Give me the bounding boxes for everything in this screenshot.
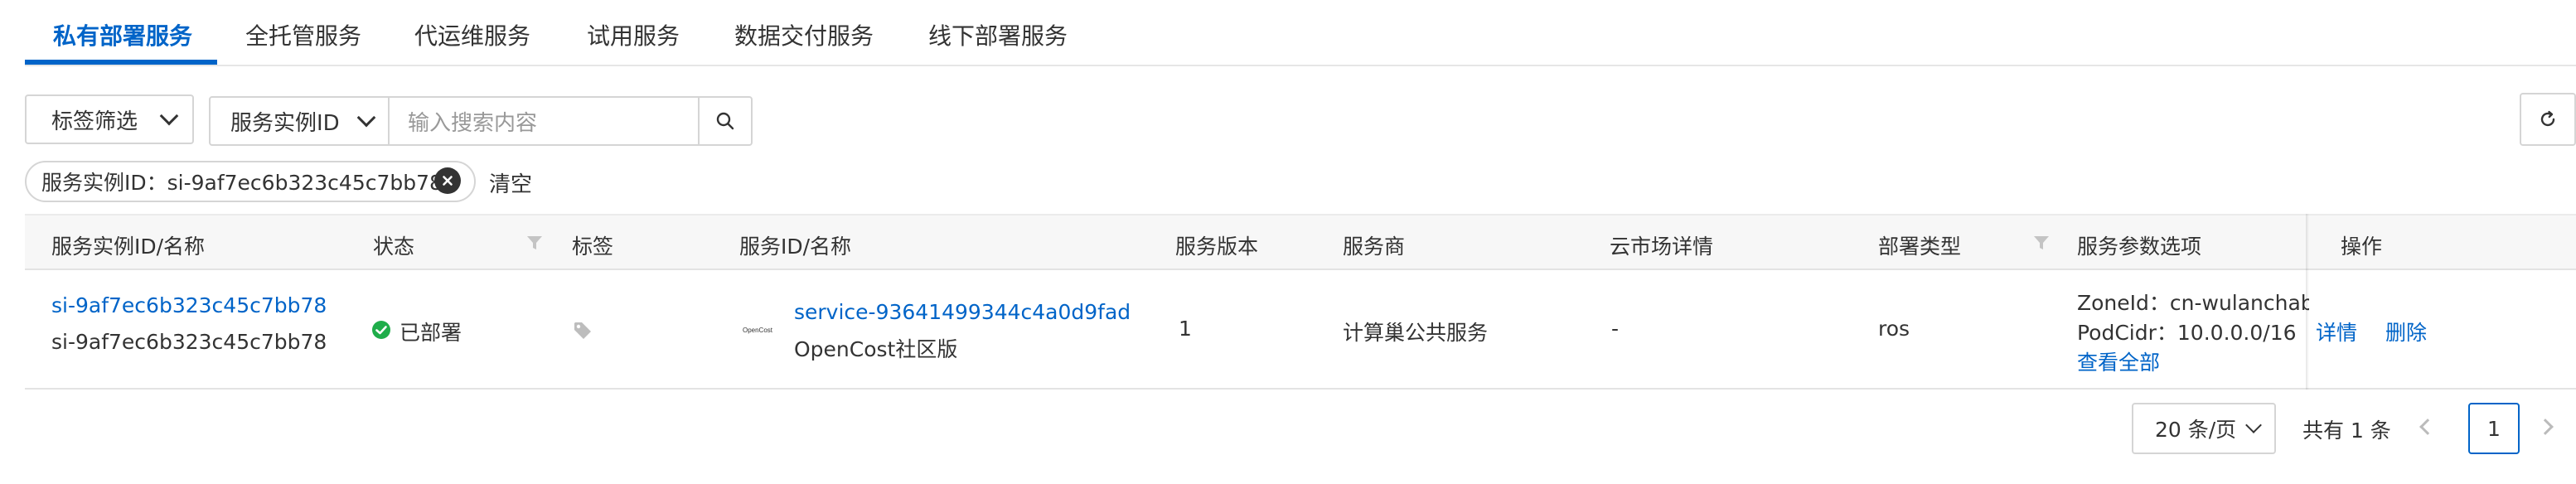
- table-row: si-9af7ec6b323c45c7bb78 si-9af7ec6b323c4…: [25, 270, 2576, 390]
- marketplace-detail: -: [1611, 317, 1620, 341]
- active-tab-indicator: [25, 60, 217, 65]
- service-provider: 计算巢公共服务: [1343, 321, 1489, 345]
- prev-page-icon[interactable]: [2419, 419, 2436, 435]
- search-field-label: 服务实例ID: [230, 110, 340, 136]
- close-icon: [443, 176, 453, 186]
- detail-link[interactable]: 详情: [2316, 317, 2357, 346]
- service-type-tabs: 私有部署服务 全托管服务 代运维服务 试用服务 数据交付服务 线下部署服务: [25, 0, 2576, 66]
- search-field-select[interactable]: 服务实例ID: [209, 96, 390, 146]
- service-name: OpenCost社区版: [794, 337, 958, 361]
- chevron-down-icon: [356, 108, 376, 128]
- clear-filters-link[interactable]: 清空: [489, 167, 532, 198]
- service-logo-text: OpenCost: [742, 326, 773, 334]
- delete-link[interactable]: 删除: [2385, 317, 2427, 346]
- tab-data-delivery[interactable]: 数据交付服务: [734, 18, 874, 51]
- refresh-button[interactable]: [2520, 93, 2576, 146]
- col-tags: 标签: [572, 235, 614, 259]
- tag-filter-dropdown[interactable]: 标签筛选: [25, 94, 194, 144]
- check-circle-icon: [372, 321, 390, 339]
- col-version: 服务版本: [1175, 235, 1259, 259]
- active-filter-label: 服务实例ID：si-9af7ec6b323c45c7bb78: [41, 171, 443, 195]
- param-pod-cidr: PodCidr：10.0.0.0/16: [2077, 321, 2297, 345]
- tab-offline-deploy[interactable]: 线下部署服务: [928, 18, 1068, 51]
- active-filter-chip: 服务实例ID：si-9af7ec6b323c45c7bb78: [25, 161, 476, 202]
- current-page-button[interactable]: 1: [2468, 403, 2520, 454]
- table-header: 服务实例ID/名称 状态 标签 服务ID/名称 服务版本 服务商 云市场详情 部…: [25, 214, 2576, 270]
- tab-managed-ops[interactable]: 代运维服务: [414, 18, 530, 51]
- col-instance: 服务实例ID/名称: [51, 235, 206, 259]
- service-logo: OpenCost: [739, 318, 776, 341]
- remove-filter-button[interactable]: [434, 167, 461, 194]
- instance-id-link[interactable]: si-9af7ec6b323c45c7bb78: [51, 293, 327, 317]
- col-params: 服务参数选项: [2077, 235, 2202, 259]
- status-text: 已部署: [399, 321, 462, 345]
- view-all-params-link[interactable]: 查看全部: [2077, 346, 2160, 376]
- current-page-number: 1: [2487, 416, 2501, 441]
- chevron-down-icon: [2245, 417, 2263, 433]
- tag-icon[interactable]: [572, 320, 593, 341]
- col-provider: 服务商: [1343, 235, 1406, 259]
- col-marketplace: 云市场详情: [1610, 235, 1714, 259]
- col-status: 状态: [373, 235, 415, 259]
- refresh-icon: [2540, 110, 2555, 127]
- tab-fully-managed[interactable]: 全托管服务: [245, 18, 361, 51]
- deploy-type: ros: [1878, 317, 1910, 341]
- col-service: 服务ID/名称: [739, 235, 852, 259]
- status-filter-icon[interactable]: [525, 234, 544, 252]
- search-placeholder: 输入搜索内容: [408, 110, 538, 136]
- total-count: 共有 1 条: [2302, 419, 2391, 443]
- instance-name: si-9af7ec6b323c45c7bb78: [51, 330, 327, 354]
- fixed-column-divider: [2306, 214, 2309, 390]
- deploy-type-filter-icon[interactable]: [2032, 234, 2051, 252]
- search-button[interactable]: [698, 96, 753, 146]
- col-deploy-type: 部署类型: [1878, 235, 1962, 259]
- tag-filter-label: 标签筛选: [51, 109, 138, 134]
- search-icon: [716, 112, 734, 130]
- chevron-down-icon: [159, 106, 179, 126]
- service-id-link[interactable]: service-93641499344c4a0d9fad: [794, 300, 1131, 324]
- next-page-icon[interactable]: [2537, 419, 2554, 435]
- tab-trial[interactable]: 试用服务: [587, 18, 680, 51]
- page-size-select[interactable]: 20 条/页: [2132, 403, 2276, 454]
- col-actions: 操作: [2341, 235, 2383, 259]
- tab-private-deploy[interactable]: 私有部署服务: [53, 18, 192, 51]
- page-size-label: 20 条/页: [2155, 418, 2237, 442]
- search-input[interactable]: 输入搜索内容: [388, 96, 698, 146]
- actions-column: 详情 删除: [2309, 270, 2576, 388]
- service-version: 1: [1179, 317, 1192, 341]
